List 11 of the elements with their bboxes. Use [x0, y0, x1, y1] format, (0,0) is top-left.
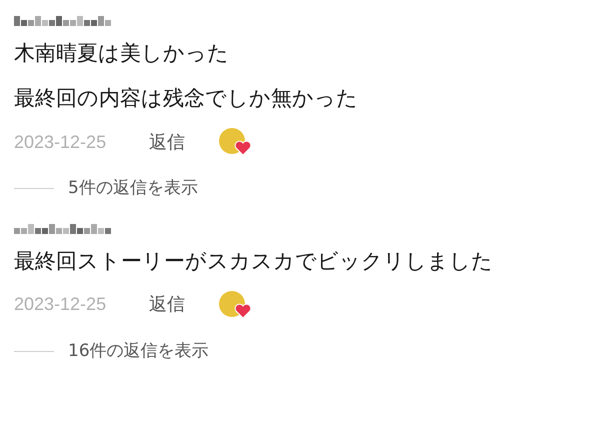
reply-button[interactable]: 返信: [149, 128, 219, 156]
comment-text: 最終回ストーリーがスカスカでビックリしました: [14, 248, 494, 274]
comment-text: 最終回の内容は残念でしか無かった: [14, 85, 359, 112]
reply-button[interactable]: 返信: [149, 291, 219, 318]
view-replies-link[interactable]: 16件の返信を表示: [68, 338, 209, 364]
comment-date: 2023-12-25: [14, 293, 108, 316]
sticker-heart-icon: [219, 128, 251, 156]
view-replies-link[interactable]: 5件の返信を表示: [68, 176, 198, 202]
sticker-heart-icon: [219, 290, 251, 318]
comment-text: 木南晴夏は美しかった: [14, 40, 230, 67]
comment-date: 2023-12-25: [14, 130, 108, 154]
